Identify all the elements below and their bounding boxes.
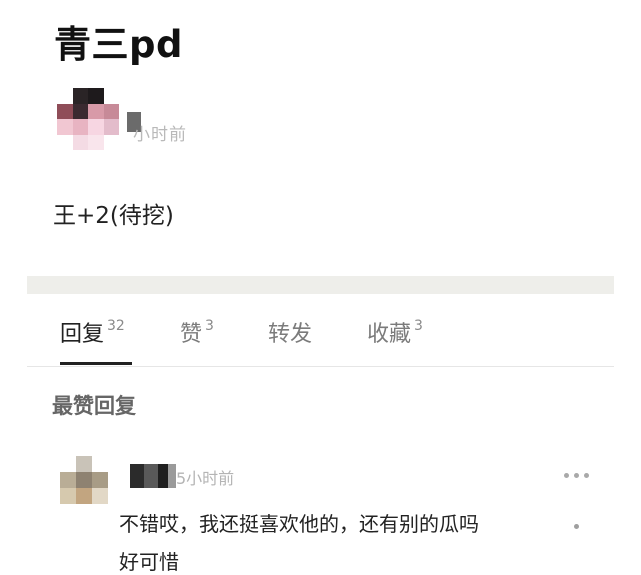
commenter-avatar[interactable] xyxy=(60,456,108,504)
tab-favorites-count: 3 xyxy=(414,317,423,334)
tab-favorites[interactable]: 收藏 3 xyxy=(367,316,423,348)
tab-bar: 回复 32 赞3 转发 收藏 3 xyxy=(27,300,614,367)
comment-text: 不错哎，我还挺喜欢他的，还有别的瓜吗 xyxy=(119,512,479,536)
post-body: 王+2(待挖) xyxy=(53,203,174,229)
tab-replies-count: 32 xyxy=(107,317,125,334)
tab-likes[interactable]: 赞3 xyxy=(180,316,214,348)
section-divider xyxy=(27,276,614,294)
section-title-top-replies: 最赞回复 xyxy=(52,394,136,418)
active-tab-indicator xyxy=(60,362,132,365)
post-title: 青三pd xyxy=(54,23,183,66)
comment-text-line2: 好可惜 xyxy=(119,550,179,574)
comment-item: 5小时前 不错哎，我还挺喜欢他的，还有别的瓜吗 好可惜 xyxy=(0,452,641,574)
more-horizontal-icon[interactable] xyxy=(564,472,590,480)
post-author-row: 小时前 xyxy=(57,88,357,150)
watermark-mark xyxy=(574,524,579,529)
post-time: 小时前 xyxy=(133,125,187,145)
tab-replies[interactable]: 回复 32 xyxy=(60,316,125,348)
comment-time: 5小时前 xyxy=(176,469,235,488)
commenter-name-redacted xyxy=(130,464,178,488)
author-avatar[interactable] xyxy=(57,88,119,150)
tab-reposts[interactable]: 转发 xyxy=(268,316,312,348)
tab-likes-count: 3 xyxy=(205,317,214,334)
